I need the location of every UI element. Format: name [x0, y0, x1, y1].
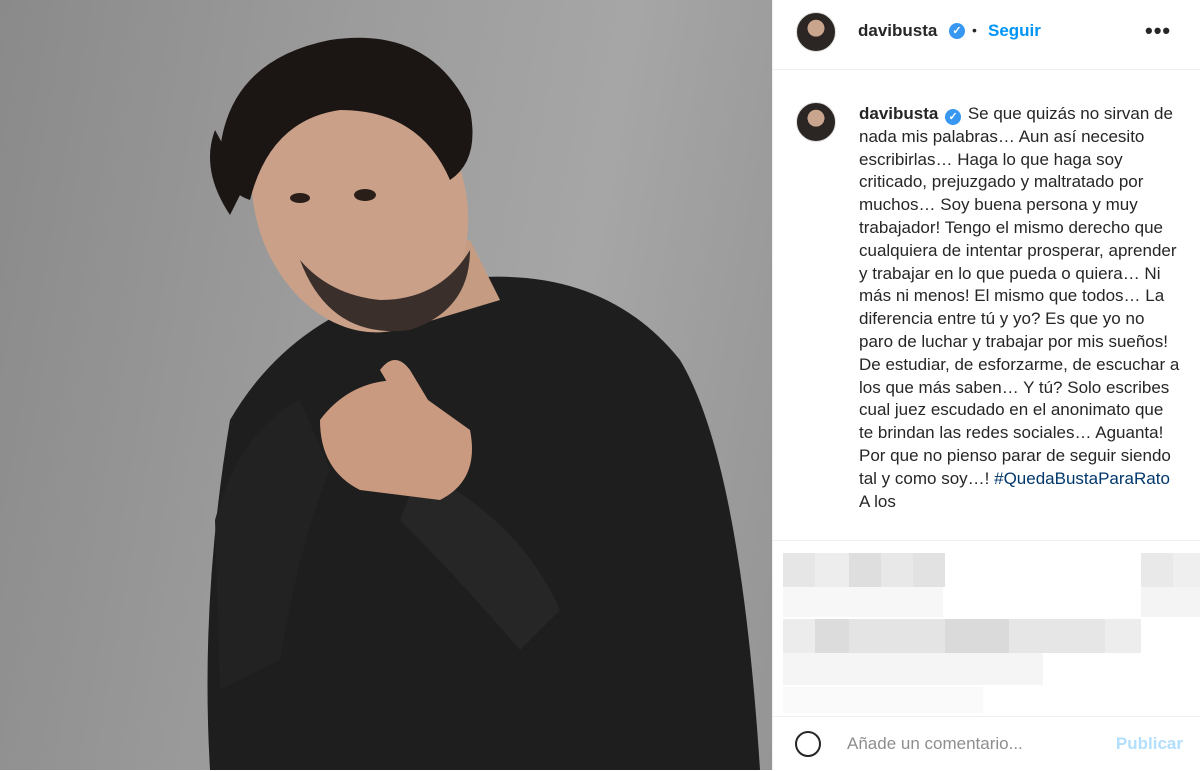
caption-username[interactable]: davibusta — [859, 104, 938, 123]
verified-badge-icon: ✓ — [949, 23, 965, 39]
caption-verified-badge-icon: ✓ — [945, 109, 962, 125]
publish-button[interactable]: Publicar — [1116, 734, 1183, 754]
post-header: davibusta ✓ • Seguir ••• — [773, 0, 1200, 70]
post-photo — [0, 0, 772, 770]
post-side-panel: davibusta ✓ • Seguir ••• davibusta ✓ Se … — [772, 0, 1200, 771]
more-options-icon[interactable]: ••• — [1145, 18, 1171, 44]
header-username[interactable]: davibusta — [858, 21, 937, 41]
follow-button[interactable]: Seguir — [988, 21, 1041, 41]
caption-hashtag[interactable]: #QuedaBustaParaRato — [994, 469, 1170, 488]
comment-input[interactable]: Añade un comentario... — [847, 734, 1023, 754]
post-caption: davibusta ✓ Se que quizás no sirvan de n… — [859, 103, 1181, 513]
emoji-icon[interactable] — [795, 731, 821, 757]
separator-dot: • — [972, 22, 977, 38]
comment-bar: Añade un comentario... Publicar — [773, 716, 1200, 771]
caption-text: Se que quizás no sirvan de nada mis pala… — [859, 104, 1180, 488]
comments-area-pixelated — [773, 540, 1200, 741]
caption-avatar[interactable] — [796, 102, 836, 142]
avatar[interactable] — [796, 12, 836, 52]
caption-tail: A los — [859, 491, 896, 511]
man-pointing-illustration — [207, 37, 760, 770]
